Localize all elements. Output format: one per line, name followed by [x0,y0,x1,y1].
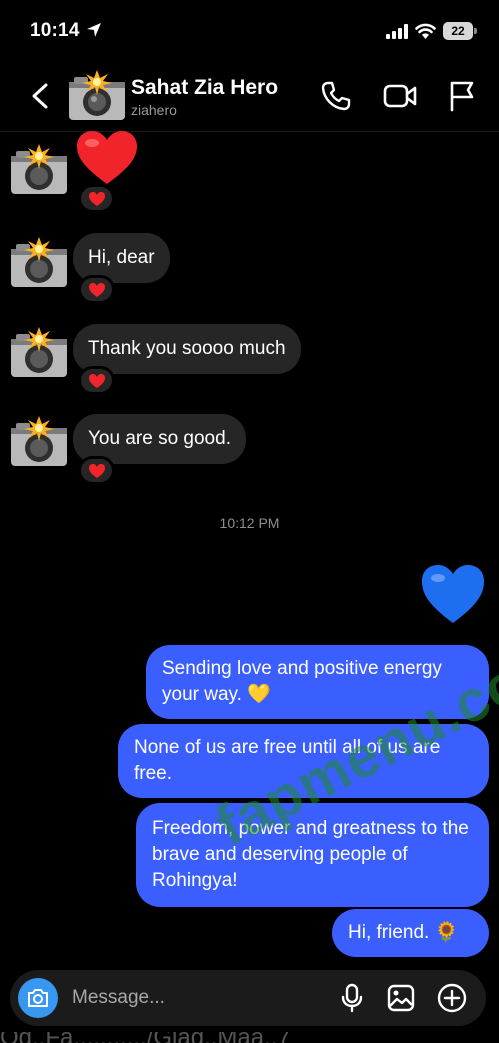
cropped-caption-fragment: Od..Fa.........../Giag..Maa..7 [0,1032,499,1043]
sender-avatar-icon[interactable] [8,414,70,470]
status-bar: 10:14 22 [0,0,499,62]
wifi-icon [415,23,436,39]
status-time: 10:14 [30,20,80,41]
back-chevron-icon[interactable] [28,82,52,110]
add-plus-circle-icon[interactable] [437,983,467,1013]
heart-reaction-icon [88,283,105,297]
message-composer [10,970,486,1026]
received-message[interactable]: Thank you soooo much [73,324,301,374]
video-call-icon[interactable] [383,82,417,110]
heart-reaction[interactable] [78,184,115,213]
photo-gallery-icon[interactable] [387,984,415,1012]
red-heart-emoji-icon[interactable] [75,130,139,186]
camera-icon [28,989,48,1007]
heart-reaction-icon [88,464,105,478]
message-input[interactable] [72,984,322,1012]
blue-heart-emoji-icon[interactable] [420,563,486,625]
report-flag-icon[interactable] [448,80,476,112]
camera-button[interactable] [18,978,58,1018]
location-arrow-icon [87,23,101,37]
chat-header: Sahat Zia Hero ziahero [0,62,499,132]
contact-username: ziahero [131,102,177,118]
message-timestamp: 10:12 PM [219,515,280,531]
heart-reaction[interactable] [78,275,115,304]
sender-avatar-icon[interactable] [8,325,70,381]
sender-avatar-icon[interactable] [8,235,70,291]
cellular-signal-icon [386,24,408,39]
sent-message[interactable]: Hi, friend. 🌻 [332,909,489,957]
battery-indicator: 22 [443,22,473,40]
battery-tip [474,28,477,34]
sender-avatar-icon[interactable] [8,142,70,198]
phone-call-icon[interactable] [320,80,352,112]
camera-flash-avatar-icon[interactable] [66,68,128,124]
heart-reaction[interactable] [78,456,115,485]
heart-reaction-icon [88,374,105,388]
heart-reaction-icon [88,192,105,206]
contact-name[interactable]: Sahat Zia Hero [131,76,278,100]
heart-reaction[interactable] [78,366,115,395]
microphone-icon[interactable] [340,983,364,1013]
